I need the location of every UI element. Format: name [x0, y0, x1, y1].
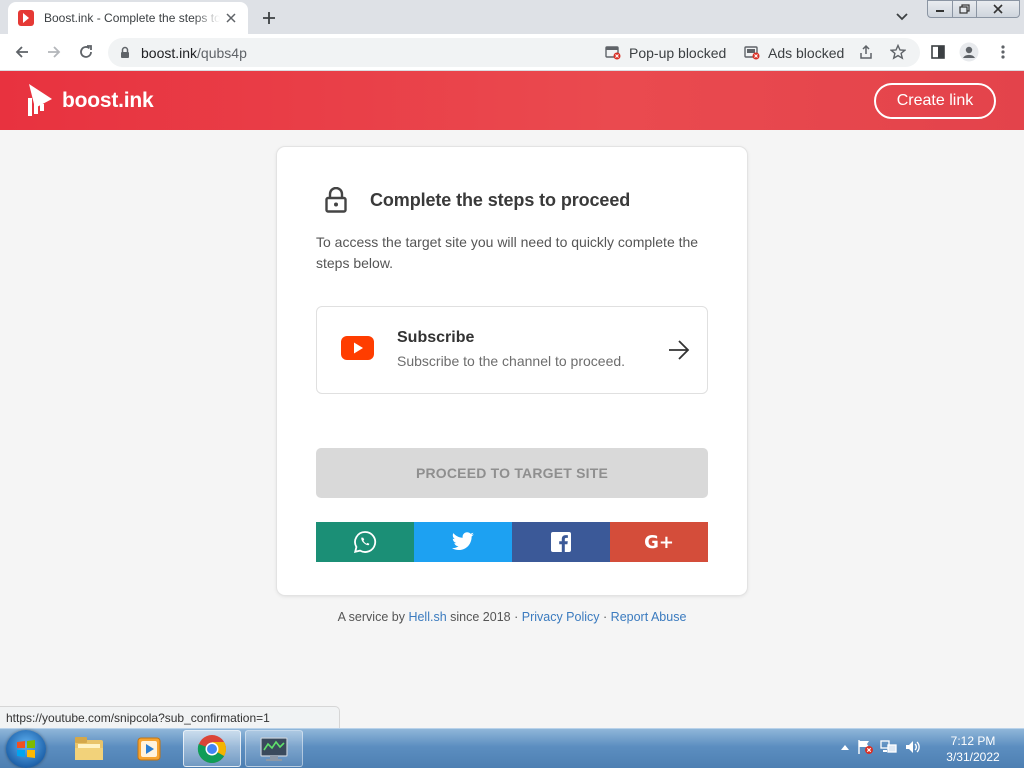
tray-expand-chevron-icon[interactable]: [840, 743, 850, 751]
tab-title: Boost.ink - Complete the steps to procee…: [44, 11, 220, 25]
report-abuse-link[interactable]: Report Abuse: [611, 610, 687, 624]
whatsapp-share-button[interactable]: [316, 522, 414, 562]
twitter-bird-icon: [451, 532, 474, 550]
footer-since: since 2018 ·: [450, 610, 519, 624]
side-panel-icon[interactable]: [928, 42, 948, 62]
close-window-button[interactable]: [976, 0, 1020, 18]
boost-logo-icon: [28, 84, 52, 116]
minimize-button[interactable]: [927, 0, 953, 18]
menu-kebab-icon[interactable]: [993, 42, 1013, 62]
action-center-flag-icon[interactable]: [856, 739, 874, 755]
twitter-share-button[interactable]: [414, 522, 512, 562]
popup-blocked-label: Pop-up blocked: [629, 45, 727, 61]
url-text: boost.ink/qubs4p: [141, 45, 247, 61]
footer-prefix: A service by: [337, 610, 405, 624]
profile-avatar-icon[interactable]: [959, 42, 979, 62]
tab-search-chevron-icon[interactable]: [895, 9, 913, 25]
taskbar-explorer[interactable]: [60, 730, 118, 767]
taskbar-media-player[interactable]: [120, 730, 178, 767]
privacy-policy-link[interactable]: Privacy Policy: [522, 610, 600, 624]
tab-close-icon[interactable]: [224, 11, 238, 25]
clock-time: 7:12 PM: [950, 734, 996, 748]
clock-date: 3/31/2022: [946, 750, 1000, 764]
subscribe-step[interactable]: Subscribe Subscribe to the channel to pr…: [316, 306, 708, 394]
youtube-icon: [341, 336, 374, 360]
system-tray: [840, 739, 922, 755]
media-player-icon: [137, 737, 161, 760]
link-status-bar: https://youtube.com/snipcola?sub_confirm…: [0, 706, 340, 728]
card-title: Complete the steps to proceed: [370, 190, 631, 210]
step-subtitle: Subscribe to the channel to proceed.: [397, 353, 626, 369]
network-icon[interactable]: [880, 739, 898, 755]
page-footer: A service by Hell.sh since 2018 · Privac…: [0, 610, 1024, 624]
new-tab-icon[interactable]: [258, 7, 280, 29]
address-bar[interactable]: boost.ink/qubs4p Pop-up blocked Ads bloc…: [108, 38, 920, 67]
footer-separator: ·: [603, 610, 608, 624]
ads-blocked-label: Ads blocked: [768, 45, 845, 61]
share-bar: G+: [316, 522, 708, 562]
chrome-icon: [197, 734, 226, 763]
windows-logo-icon: [17, 740, 35, 758]
popup-blocked-indicator[interactable]: Pop-up blocked: [605, 44, 726, 62]
share-icon[interactable]: [856, 42, 876, 62]
browser-toolbar: boost.ink/qubs4p Pop-up blocked Ads bloc…: [0, 34, 1024, 71]
arrow-right-icon: [667, 338, 691, 367]
whatsapp-icon: [353, 531, 377, 554]
facebook-icon: [551, 532, 571, 552]
facebook-share-button[interactable]: [512, 522, 610, 562]
lock-icon[interactable]: [120, 46, 130, 64]
volume-icon[interactable]: [904, 739, 922, 755]
hell-sh-link[interactable]: Hell.sh: [408, 610, 446, 624]
back-arrow-icon[interactable]: [12, 42, 32, 62]
windows-taskbar: 7:12 PM 3/31/2022: [0, 728, 1024, 768]
bookmark-star-icon[interactable]: [888, 42, 908, 62]
google-plus-share-button[interactable]: G+: [610, 522, 708, 562]
taskbar-clock[interactable]: 7:12 PM 3/31/2022: [940, 733, 1006, 765]
ads-blocked-indicator[interactable]: Ads blocked: [744, 44, 844, 62]
boost-logo[interactable]: boost.ink: [27, 84, 154, 117]
forward-arrow-icon[interactable]: [44, 42, 64, 62]
card-description: To access the target site you will need …: [316, 234, 699, 271]
taskbar-task-manager[interactable]: [245, 730, 303, 767]
ads-blocked-icon: [744, 46, 760, 60]
popup-blocked-icon: [605, 46, 621, 60]
padlock-icon: [324, 186, 348, 218]
reload-icon[interactable]: [76, 42, 96, 62]
steps-card: Complete the steps to proceed To access …: [277, 147, 747, 595]
tab-strip: Boost.ink - Complete the steps to procee…: [0, 0, 1024, 34]
brand-name: boost.ink: [62, 88, 154, 112]
taskbar-chrome[interactable]: [183, 730, 241, 767]
site-header: boost.ink Create link: [0, 71, 1024, 130]
restore-button[interactable]: [952, 0, 977, 18]
boost-favicon-icon: [18, 10, 34, 26]
folder-icon: [75, 736, 103, 760]
proceed-button[interactable]: PROCEED TO TARGET SITE: [316, 448, 708, 498]
step-title: Subscribe: [397, 329, 475, 346]
google-plus-icon: G+: [644, 531, 674, 553]
browser-tab[interactable]: Boost.ink - Complete the steps to procee…: [8, 2, 248, 34]
create-link-button[interactable]: Create link: [874, 83, 996, 119]
start-button[interactable]: [6, 730, 46, 768]
monitor-icon: [260, 736, 288, 761]
